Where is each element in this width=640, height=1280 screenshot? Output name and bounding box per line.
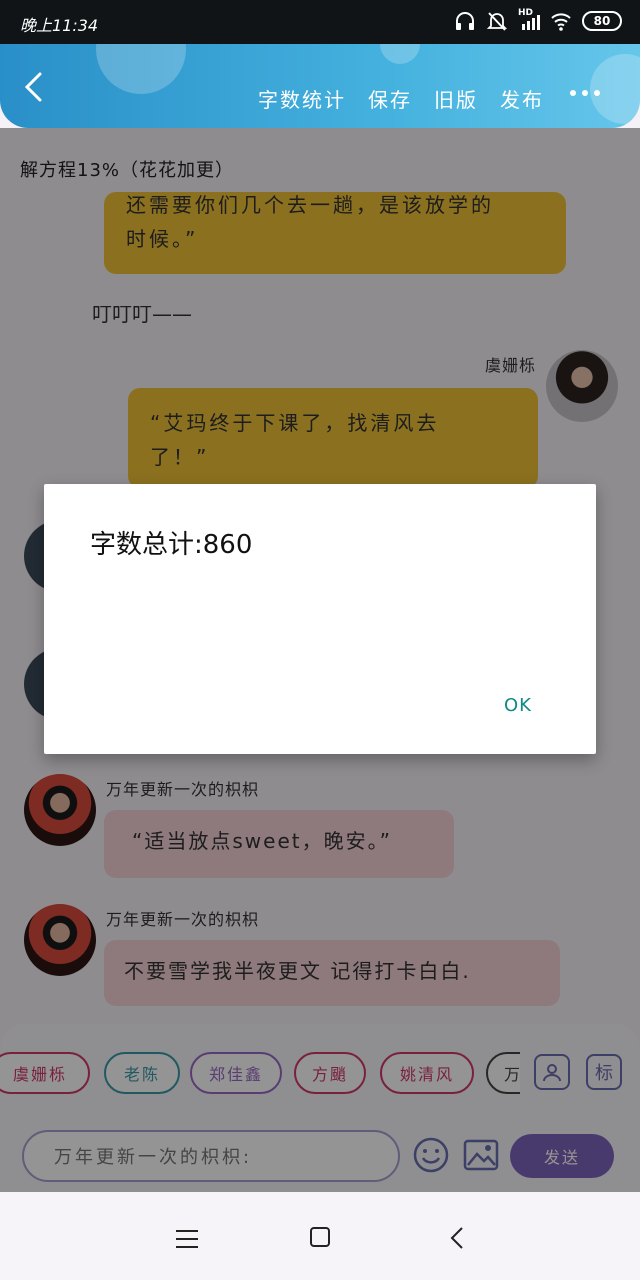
menu-icon[interactable] [176,1230,198,1248]
decor-bubble [380,44,420,64]
more-icon[interactable] [570,90,600,96]
decor-bubble [96,44,186,94]
header-links: 字数统计 保存 旧版 发布 [258,84,544,113]
back-arrow-icon[interactable] [22,72,48,102]
publish-link[interactable]: 发布 [500,84,544,113]
status-icons: HD 80 [454,8,622,32]
back-icon[interactable] [448,1226,468,1250]
battery-indicator: 80 [582,11,622,31]
status-time: 晚上11:34 [20,16,99,35]
dialog-message: 字数总计:860 [90,530,253,560]
ok-button[interactable]: OK [504,695,532,716]
status-bar: 晚上11:34 HD 80 [0,0,640,44]
wifi-icon [550,10,572,32]
mute-bell-icon [486,10,508,32]
headphones-icon [454,10,476,32]
save-link[interactable]: 保存 [368,84,412,113]
system-nav-bar [0,1192,640,1280]
decor-bubble [590,54,640,124]
old-version-link[interactable]: 旧版 [434,84,478,113]
editor-header: 字数统计 保存 旧版 发布 [0,44,640,128]
home-icon[interactable] [310,1227,330,1247]
word-count-link[interactable]: 字数统计 [258,84,346,113]
word-count-dialog: 字数总计:860 OK [44,484,596,754]
cell-signal-icon: HD [518,8,540,32]
